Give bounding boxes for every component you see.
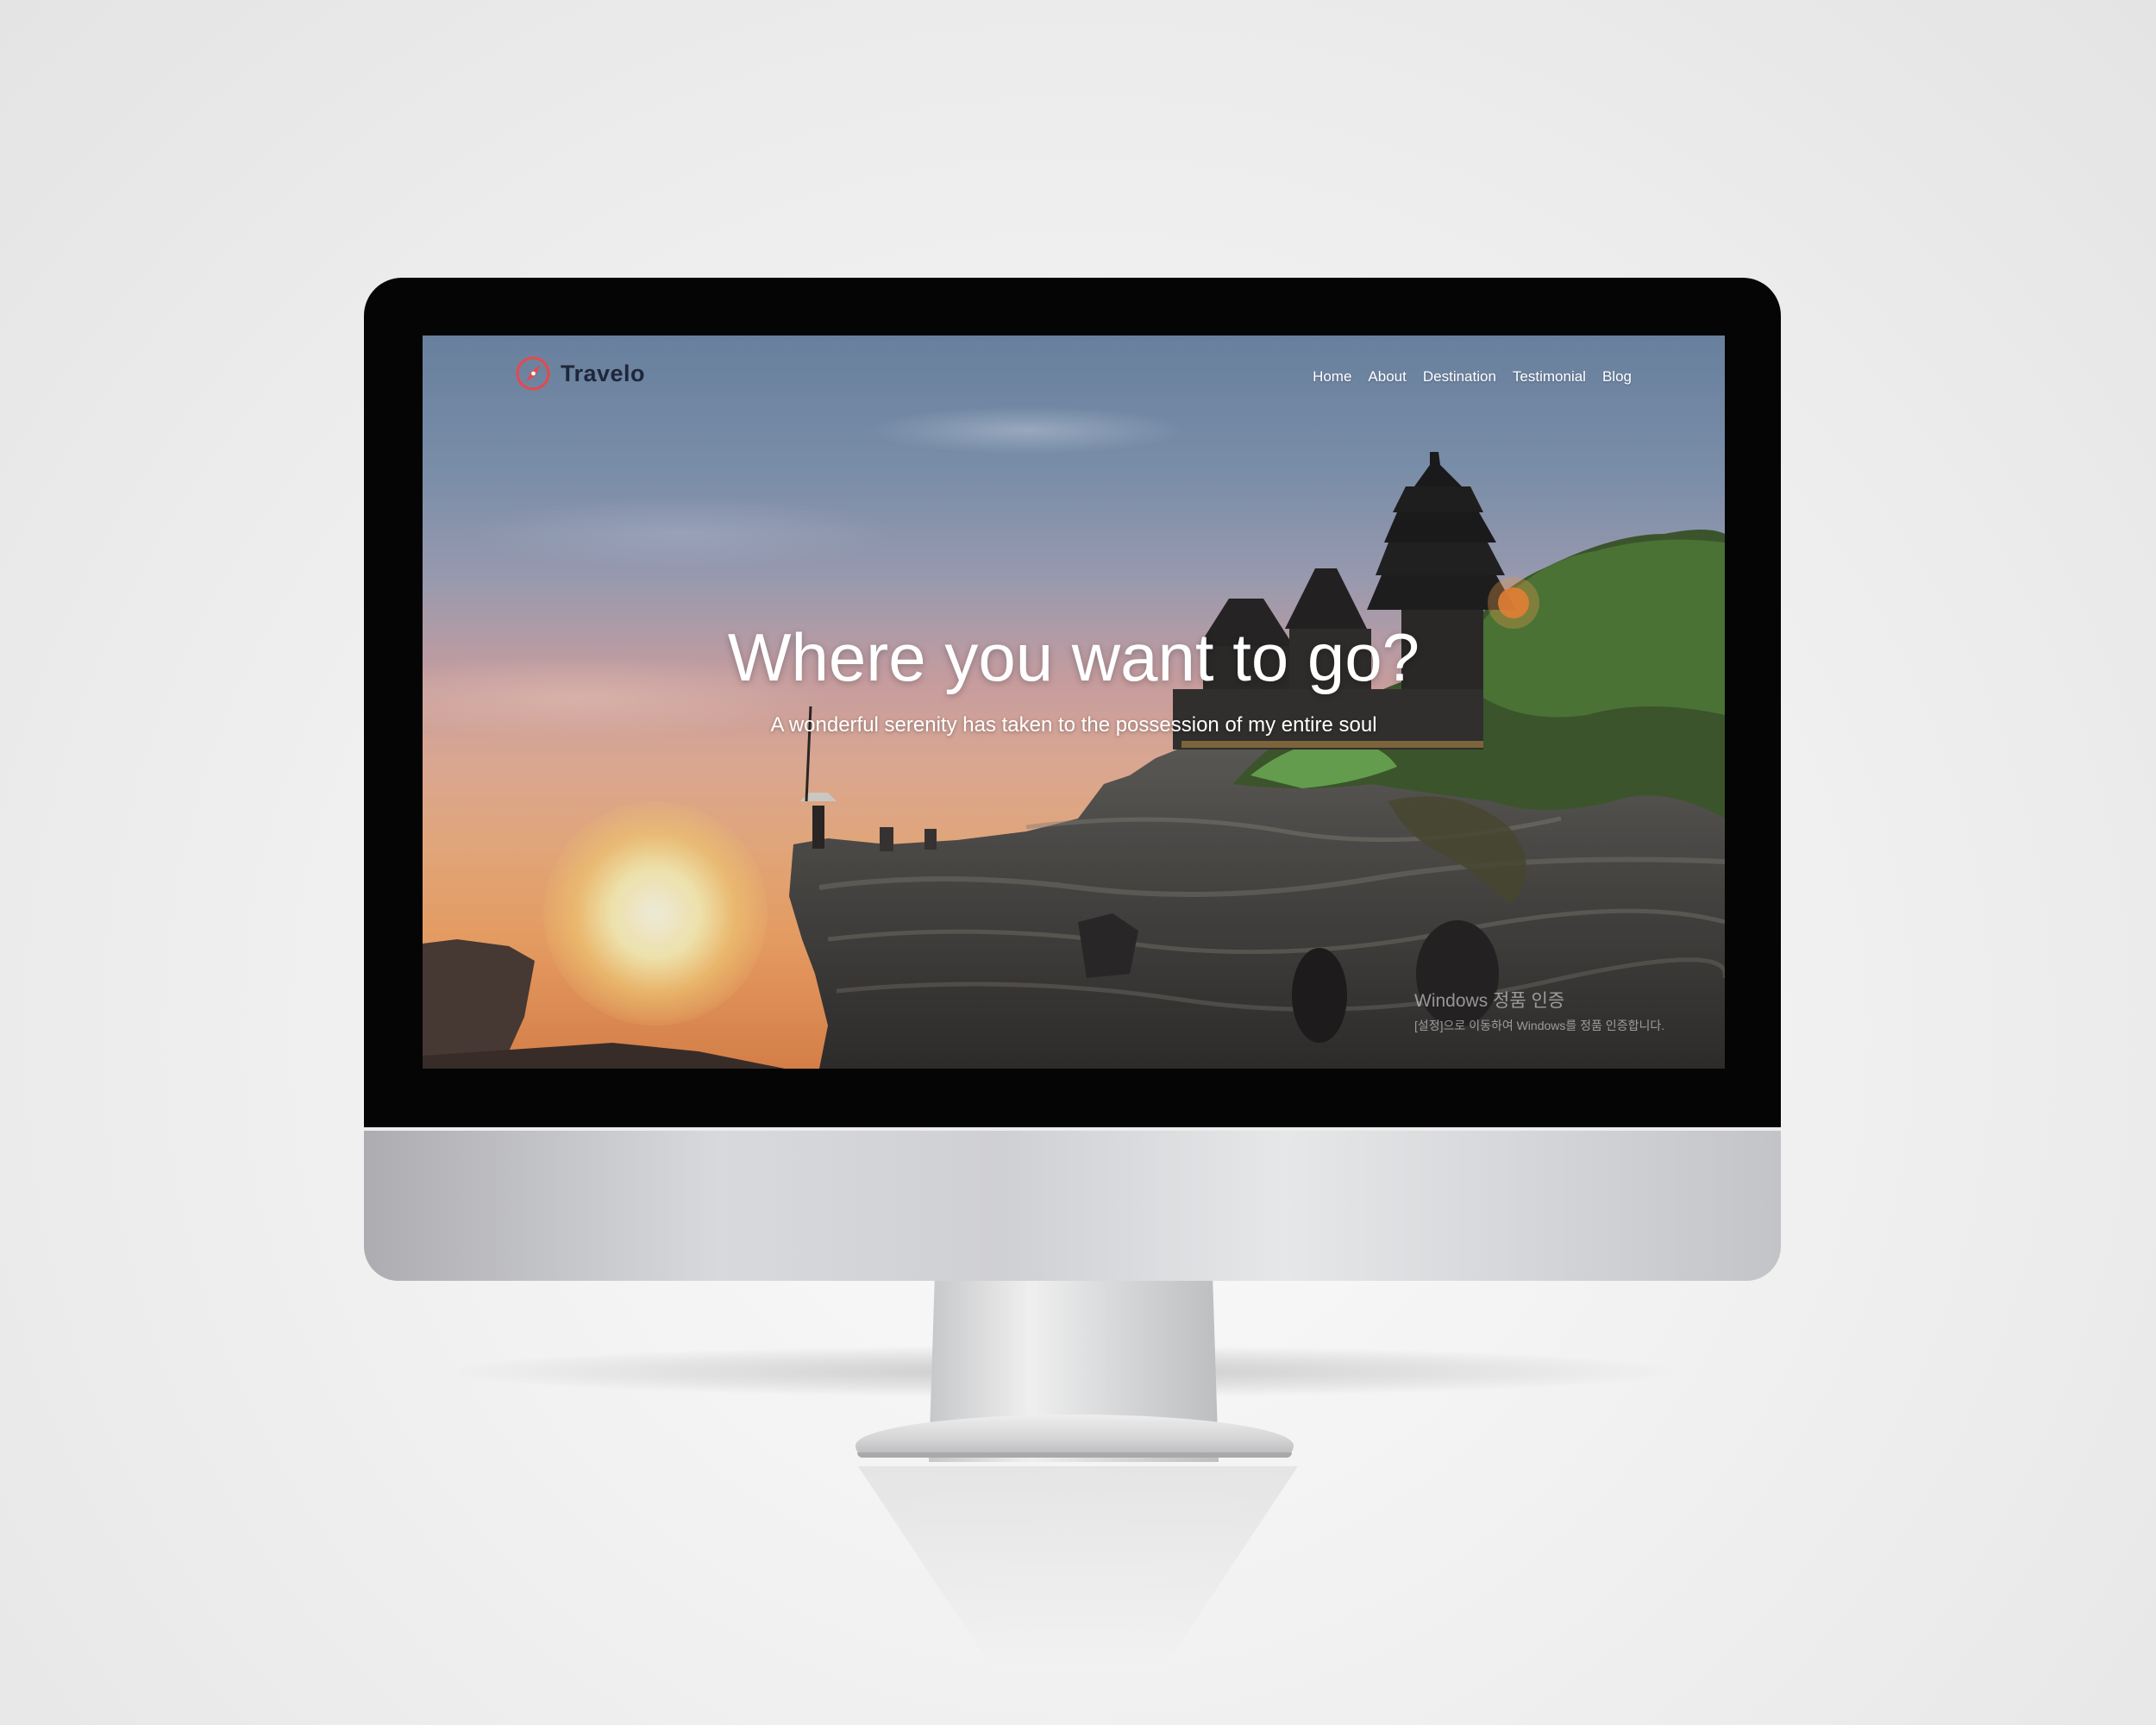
monitor-stand-base-edge xyxy=(857,1452,1292,1458)
nav-about[interactable]: About xyxy=(1368,368,1406,386)
site-logo[interactable]: Travelo xyxy=(514,354,645,392)
nav-blog[interactable]: Blog xyxy=(1602,368,1632,386)
website-screen: Travelo Home About Destination Testimoni… xyxy=(423,336,1725,1069)
compass-logo-icon xyxy=(516,356,550,391)
monitor-chin xyxy=(364,1127,1781,1281)
hero-overlay xyxy=(423,336,1725,1069)
nav-home[interactable]: Home xyxy=(1313,368,1351,386)
watermark-subtitle: [설정]으로 이동하여 Windows를 정품 인증합니다. xyxy=(1414,1019,1665,1032)
brand-name: Travelo xyxy=(561,360,646,386)
monitor-stand-base xyxy=(856,1414,1294,1456)
hero-subtitle: A wonderful serenity has taken to the po… xyxy=(770,713,1377,737)
nav-testimonial[interactable]: Testimonial xyxy=(1513,368,1586,386)
hero-title: Where you want to go? xyxy=(727,619,1420,695)
watermark-title: Windows 정품 인증 xyxy=(1414,991,1565,1011)
windows-activation-watermark: Windows 정품 인증 [설정]으로 이동하여 Windows를 정품 인증… xyxy=(1414,987,1664,1034)
nav-destination[interactable]: Destination xyxy=(1423,368,1496,386)
monitor-bezel: Travelo Home About Destination Testimoni… xyxy=(364,278,1781,1127)
main-nav: Home About Destination Testimonial Blog xyxy=(1313,368,1632,386)
stand-reflection xyxy=(858,1466,1298,1665)
